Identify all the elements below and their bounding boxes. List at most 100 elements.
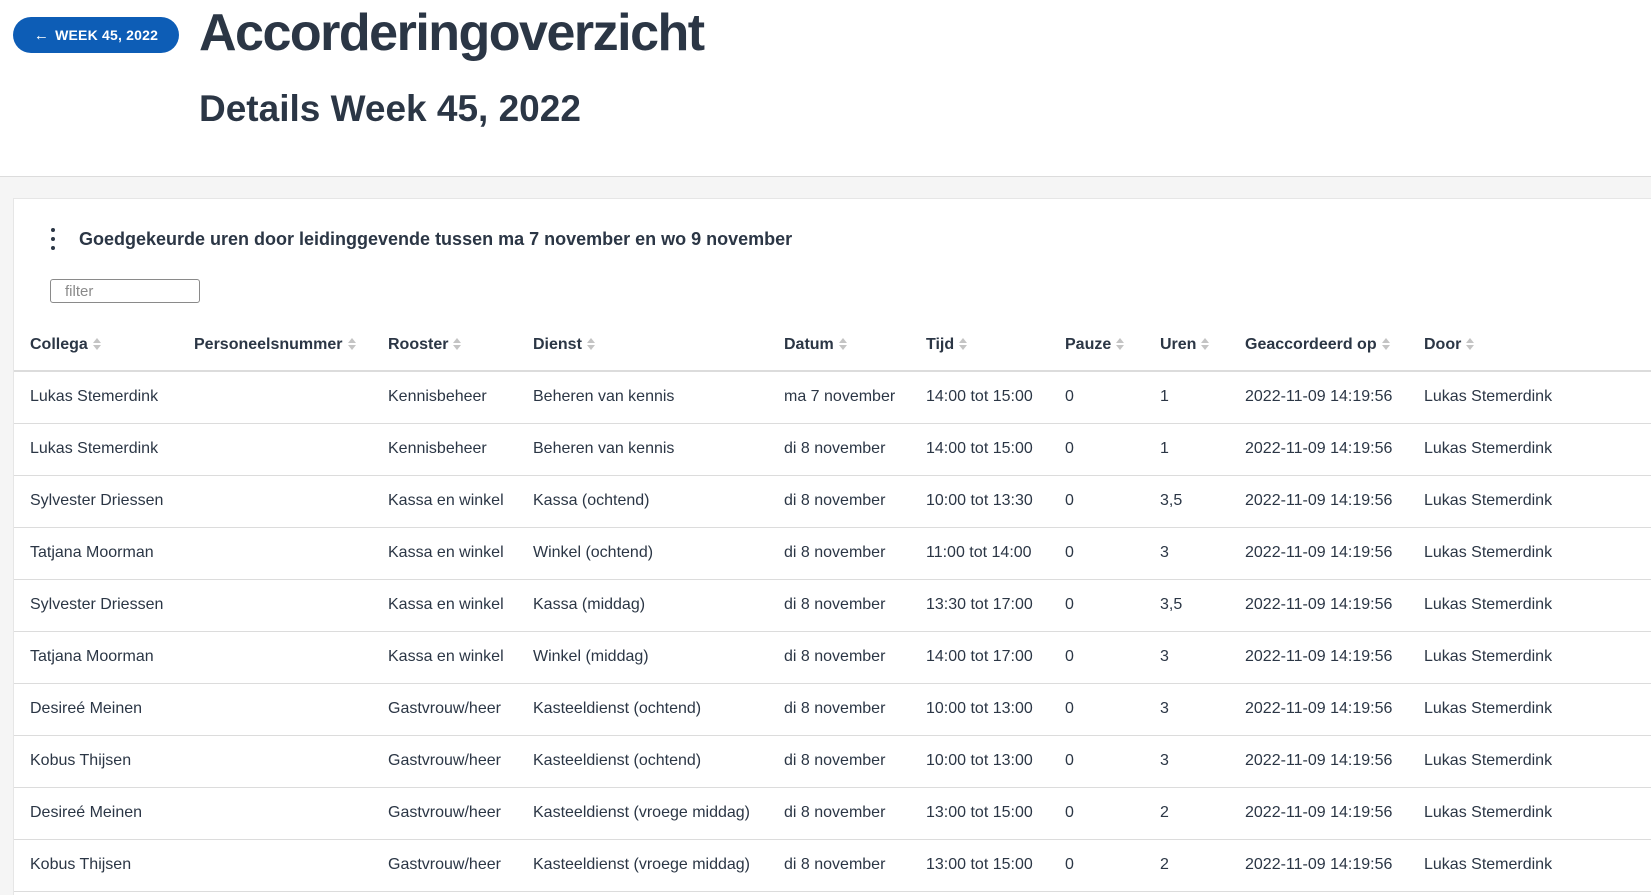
column-header-uren[interactable]: Uren — [1144, 319, 1229, 372]
cell-rooster: Kassa en winkel — [372, 475, 517, 528]
table-row: Lukas Stemerdink Kennisbeheer Beheren van … — [14, 423, 1651, 476]
cell-geaccordeerd-op: 2022-11-09 14:19:56 — [1229, 475, 1408, 528]
sort-icon[interactable] — [1381, 337, 1391, 351]
page-header: ← WEEK 45, 2022 Accorderingoverzicht Det… — [0, 0, 1651, 177]
cell-tijd: 13:30 tot 17:00 — [910, 579, 1049, 632]
back-to-week-button[interactable]: ← WEEK 45, 2022 — [13, 17, 179, 53]
cell-uren: 3 — [1144, 527, 1229, 580]
cell-uren: 1 — [1144, 423, 1229, 476]
sort-icon[interactable] — [586, 337, 596, 351]
cell-door: Lukas Stemerdink — [1408, 423, 1651, 476]
cell-pauze: 0 — [1049, 579, 1144, 632]
cell-uren: 3 — [1144, 683, 1229, 736]
cell-geaccordeerd-op: 2022-11-09 14:19:56 — [1229, 527, 1408, 580]
sort-icon[interactable] — [1200, 337, 1210, 351]
cell-dienst: Kasteeldienst (vroege middag) — [517, 787, 768, 840]
cell-geaccordeerd-op: 2022-11-09 14:19:56 — [1229, 579, 1408, 632]
cell-collega: Desireé Meinen — [14, 683, 178, 736]
cell-pauze: 0 — [1049, 371, 1144, 424]
column-header-collega[interactable]: Collega — [14, 319, 178, 372]
column-header-geaccordeerd-op[interactable]: Geaccordeerd op — [1229, 319, 1408, 372]
table-body: Lukas Stemerdink Kennisbeheer Beheren van … — [14, 371, 1651, 892]
cell-uren: 2 — [1144, 839, 1229, 892]
cell-dienst: Winkel (middag) — [517, 631, 768, 684]
column-header-personeelsnummer[interactable]: Personeelsnummer — [178, 319, 372, 372]
cell-pauze: 0 — [1049, 683, 1144, 736]
cell-personeelsnummer — [178, 475, 372, 528]
table-row: Sylvester Driessen Kassa en winkel Kassa (… — [14, 475, 1651, 528]
cell-rooster: Kennisbeheer — [372, 371, 517, 424]
cell-personeelsnummer — [178, 683, 372, 736]
table-row: Lukas Stemerdink Kennisbeheer Beheren van … — [14, 371, 1651, 424]
sort-icon[interactable] — [1465, 337, 1475, 351]
cell-tijd: 10:00 tot 13:00 — [910, 735, 1049, 788]
cell-datum: di 8 november — [768, 475, 910, 528]
sort-icon[interactable] — [452, 337, 462, 351]
cell-door: Lukas Stemerdink — [1408, 527, 1651, 580]
sort-icon[interactable] — [1115, 337, 1125, 351]
cell-dienst: Kassa (middag) — [517, 579, 768, 632]
cell-personeelsnummer — [178, 839, 372, 892]
cell-uren: 3 — [1144, 735, 1229, 788]
cell-geaccordeerd-op: 2022-11-09 14:19:56 — [1229, 423, 1408, 476]
column-header-label: Tijd — [926, 335, 955, 353]
column-header-label: Door — [1424, 335, 1462, 353]
page-subtitle: Details Week 45, 2022 — [199, 88, 581, 129]
sort-icon[interactable] — [92, 337, 102, 351]
cell-rooster: Gastvrouw/heer — [372, 839, 517, 892]
sort-icon[interactable] — [347, 337, 357, 351]
filter-input[interactable] — [50, 279, 200, 303]
cell-datum: di 8 november — [768, 839, 910, 892]
column-header-door[interactable]: Door — [1408, 319, 1651, 372]
cell-geaccordeerd-op: 2022-11-09 14:19:56 — [1229, 787, 1408, 840]
kebab-menu-icon[interactable] — [48, 228, 58, 250]
approved-hours-card: Goedgekeurde uren door leidinggevende tu… — [13, 198, 1651, 895]
table-row: Desireé Meinen Gastvrouw/heer Kasteeldiens… — [14, 683, 1651, 736]
column-header-tijd[interactable]: Tijd — [910, 319, 1049, 372]
cell-rooster: Gastvrouw/heer — [372, 683, 517, 736]
cell-uren: 2 — [1144, 787, 1229, 840]
cell-tijd: 11:00 tot 14:00 — [910, 527, 1049, 580]
cell-datum: di 8 november — [768, 423, 910, 476]
sort-icon[interactable] — [958, 337, 968, 351]
column-header-label: Pauze — [1065, 335, 1112, 353]
cell-datum: ma 7 november — [768, 371, 910, 424]
cell-door: Lukas Stemerdink — [1408, 683, 1651, 736]
column-header-label: Dienst — [533, 335, 582, 353]
table-row: Desireé Meinen Gastvrouw/heer Kasteeldiens… — [14, 787, 1651, 840]
column-header-pauze[interactable]: Pauze — [1049, 319, 1144, 372]
column-header-dienst[interactable]: Dienst — [517, 319, 768, 372]
cell-tijd: 13:00 tot 15:00 — [910, 787, 1049, 840]
sort-icon[interactable] — [838, 337, 848, 351]
cell-tijd: 14:00 tot 15:00 — [910, 423, 1049, 476]
cell-rooster: Gastvrouw/heer — [372, 735, 517, 788]
cell-pauze: 0 — [1049, 839, 1144, 892]
cell-datum: di 8 november — [768, 579, 910, 632]
column-header-label: Uren — [1160, 335, 1197, 353]
cell-pauze: 0 — [1049, 735, 1144, 788]
cell-collega: Kobus Thijsen — [14, 839, 178, 892]
table-row: Tatjana Moorman Kassa en winkel Winkel (oc… — [14, 527, 1651, 580]
column-header-label: Personeelsnummer — [194, 335, 343, 353]
back-button-label: WEEK 45, 2022 — [55, 27, 159, 43]
approvals-table: Collega Personeelsnummer Rooster Dienst Datu… — [14, 319, 1651, 892]
cell-personeelsnummer — [178, 631, 372, 684]
column-header-datum[interactable]: Datum — [768, 319, 910, 372]
cell-dienst: Winkel (ochtend) — [517, 527, 768, 580]
cell-tijd: 14:00 tot 15:00 — [910, 371, 1049, 424]
cell-personeelsnummer — [178, 579, 372, 632]
column-header-label: Collega — [30, 335, 88, 353]
cell-dienst: Kasteeldienst (vroege middag) — [517, 839, 768, 892]
column-header-rooster[interactable]: Rooster — [372, 319, 517, 372]
cell-collega: Tatjana Moorman — [14, 527, 178, 580]
arrow-left-icon: ← — [33, 26, 50, 44]
cell-collega: Lukas Stemerdink — [14, 371, 178, 424]
table-row: Kobus Thijsen Gastvrouw/heer Kasteeldienst… — [14, 735, 1651, 788]
cell-collega: Tatjana Moorman — [14, 631, 178, 684]
cell-door: Lukas Stemerdink — [1408, 735, 1651, 788]
cell-geaccordeerd-op: 2022-11-09 14:19:56 — [1229, 683, 1408, 736]
cell-pauze: 0 — [1049, 527, 1144, 580]
cell-geaccordeerd-op: 2022-11-09 14:19:56 — [1229, 371, 1408, 424]
table-header-row: Collega Personeelsnummer Rooster Dienst Datu… — [14, 319, 1651, 372]
cell-datum: di 8 november — [768, 683, 910, 736]
